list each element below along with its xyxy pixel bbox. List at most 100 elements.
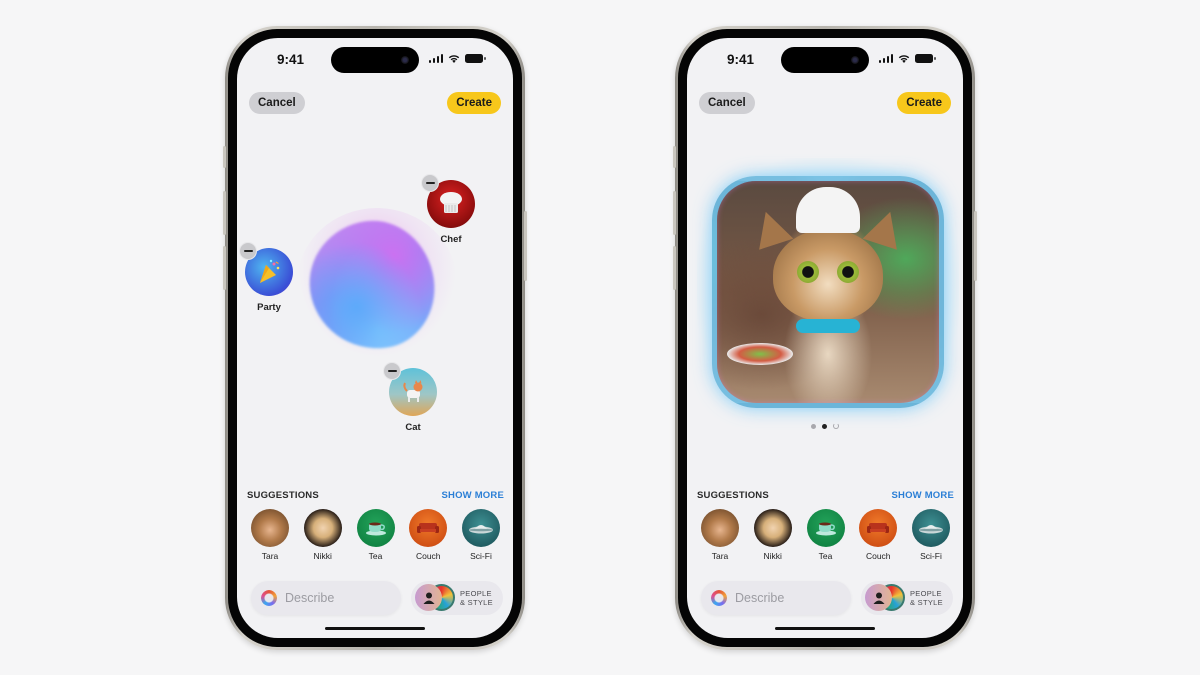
remove-concept-button[interactable] [239, 242, 257, 260]
suggestion-nikki[interactable]: Nikki [752, 509, 794, 561]
suggestion-tara[interactable]: Tara [699, 509, 741, 561]
side-button [524, 211, 527, 281]
bottom-bar: Describe PEOPLE & STYLE [701, 581, 953, 615]
side-button [974, 211, 977, 281]
suggestion-tea[interactable]: Tea [355, 509, 397, 561]
concept-label: Chef [440, 234, 462, 245]
phone-left: 9:41 Cancel Create Chef Party Cat SUGGES… [223, 26, 527, 650]
volume-down-button [673, 246, 676, 290]
suggestions-row: Tara Nikki Tea Couch Sci-Fi [237, 509, 513, 561]
suggestion-nikki[interactable]: Nikki [302, 509, 344, 561]
status-bar: 9:41 [687, 38, 963, 82]
cat-icon [383, 362, 437, 416]
people-style-label: PEOPLE & STYLE [460, 589, 493, 607]
suggestion-tara[interactable]: Tara [249, 509, 291, 561]
volume-up-button [673, 191, 676, 235]
salad-plate [727, 343, 793, 365]
suggestion-label: Tara [711, 551, 729, 561]
cellular-signal-icon [428, 54, 443, 63]
home-indicator[interactable] [775, 626, 875, 630]
people-style-avatars [415, 584, 455, 612]
suggestion-label: Nikki [313, 551, 332, 561]
suggestion-tea[interactable]: Tea [805, 509, 847, 561]
person-icon [415, 584, 442, 611]
people-style-button[interactable]: PEOPLE & STYLE [861, 581, 953, 615]
image-playground-icon [261, 590, 277, 606]
create-button[interactable]: Create [447, 92, 501, 114]
suggestion-label: Tea [818, 551, 833, 561]
status-time: 9:41 [277, 52, 305, 67]
home-indicator[interactable] [325, 626, 425, 630]
describe-placeholder: Describe [735, 591, 785, 605]
loading-spinner-icon [833, 423, 839, 429]
create-button[interactable]: Create [897, 92, 951, 114]
bezel: 9:41 Cancel Create SUGGESTIONS SHOW MORE… [678, 29, 972, 647]
suggestion-label: Sci-Fi [920, 551, 942, 561]
person-avatar-icon [251, 509, 289, 547]
status-bar: 9:41 [237, 38, 513, 82]
suggestion-couch[interactable]: Couch [407, 509, 449, 561]
ufo-icon [462, 509, 500, 547]
suggestion-sci-fi[interactable]: Sci-Fi [460, 509, 502, 561]
suggestions-title: SUGGESTIONS [697, 490, 769, 501]
suggestion-label: Sci-Fi [470, 551, 492, 561]
remove-concept-button[interactable] [383, 362, 401, 380]
show-more-link[interactable]: SHOW MORE [892, 490, 955, 501]
battery-icon [465, 54, 486, 63]
suggestions-section: SUGGESTIONS SHOW MORE Tara Nikki Tea Cou… [687, 490, 963, 561]
concept-party[interactable]: Party [239, 242, 299, 313]
status-icons [878, 54, 936, 63]
couch-icon [859, 509, 898, 547]
teacup-icon [806, 509, 845, 547]
party-popper-icon [239, 242, 293, 296]
cat-face [773, 229, 883, 321]
people-style-label-line2: & STYLE [460, 598, 493, 607]
wifi-icon [448, 55, 460, 63]
suggestion-couch[interactable]: Couch [857, 509, 899, 561]
couch-icon [409, 509, 448, 547]
people-style-label-line2: & STYLE [910, 598, 943, 607]
status-time: 9:41 [727, 52, 755, 67]
describe-input[interactable]: Describe [251, 581, 401, 615]
status-icons [428, 54, 486, 63]
show-more-link[interactable]: SHOW MORE [442, 490, 505, 501]
volume-down-button [223, 246, 226, 290]
cat-eye-right [837, 261, 859, 283]
teacup-icon [356, 509, 395, 547]
volume-up-button [223, 191, 226, 235]
suggestion-label: Couch [865, 551, 891, 561]
concept-label: Cat [405, 422, 421, 433]
cat-eye-left [797, 261, 819, 283]
people-style-avatars [865, 584, 905, 612]
page-dot[interactable] [811, 423, 816, 429]
suggestions-title: SUGGESTIONS [247, 490, 319, 501]
suggestion-label: Tara [261, 551, 279, 561]
page-indicator[interactable] [811, 423, 839, 429]
camera-icon [851, 56, 859, 64]
concept-chef[interactable]: Chef [421, 174, 481, 245]
cancel-button[interactable]: Cancel [699, 92, 755, 114]
suggestion-sci-fi[interactable]: Sci-Fi [910, 509, 952, 561]
describe-input[interactable]: Describe [701, 581, 851, 615]
wifi-icon [898, 55, 910, 63]
remove-concept-button[interactable] [421, 174, 439, 192]
person-avatar-icon [753, 509, 792, 547]
page-dot-active[interactable] [822, 423, 827, 429]
concept-cat[interactable]: Cat [383, 362, 443, 433]
suggestion-label: Nikki [763, 551, 782, 561]
people-style-label: PEOPLE & STYLE [910, 589, 943, 607]
people-style-label-line1: PEOPLE [910, 589, 942, 598]
generated-image[interactable] [712, 176, 944, 408]
suggestions-row: Tara Nikki Tea Couch Sci-Fi [687, 509, 963, 561]
people-style-button[interactable]: PEOPLE & STYLE [411, 581, 503, 615]
screen: 9:41 Cancel Create SUGGESTIONS SHOW MORE… [687, 38, 963, 638]
bottom-bar: Describe PEOPLE & STYLE [251, 581, 503, 615]
action-button [223, 146, 226, 168]
blue-scarf [796, 319, 860, 333]
cancel-button[interactable]: Cancel [249, 92, 305, 114]
bezel: 9:41 Cancel Create Chef Party Cat SUGGES… [228, 29, 522, 647]
camera-icon [401, 56, 409, 64]
person-icon [865, 584, 892, 611]
chef-hat [796, 187, 860, 233]
person-avatar-icon [701, 509, 739, 547]
